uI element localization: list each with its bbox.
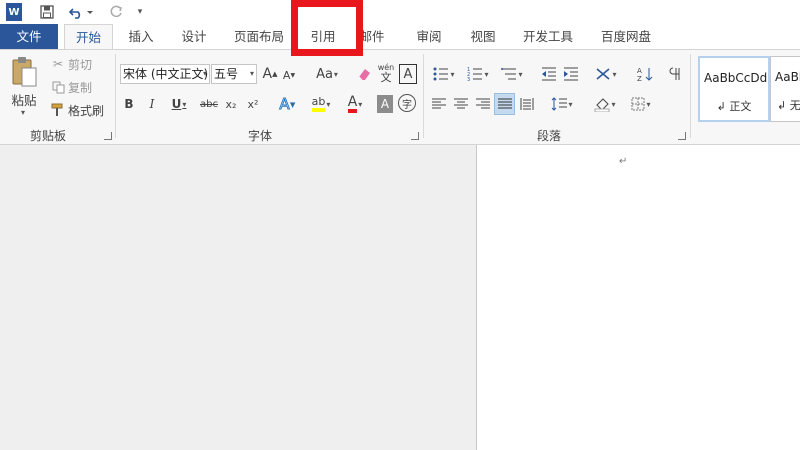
clipboard-dialog-launcher[interactable] [104, 132, 112, 140]
tab-file[interactable]: 文件 [0, 24, 58, 49]
svg-text:A: A [637, 67, 642, 75]
asian-layout-icon[interactable] [592, 64, 620, 84]
paragraph-group-label: 段落 [537, 129, 562, 143]
svg-text:3: 3 [467, 77, 470, 81]
ribbon-home: 粘贴 ▾ ✂ 剪切 复制 格式刷 剪贴板 宋体 (中文正文) ▾ 五号 ▾ A ▲ A… [0, 49, 800, 145]
font-size-dropdown-icon[interactable]: ▾ [250, 65, 254, 83]
show-hide-marks-icon[interactable] [668, 64, 682, 84]
group-separator [690, 54, 691, 138]
copy-icon[interactable] [50, 79, 66, 95]
copy-label[interactable]: 复制 [68, 79, 92, 95]
highlight-color-icon[interactable]: ab [306, 94, 336, 114]
font-color-glyph: A [347, 95, 358, 113]
line-spacing-icon[interactable] [548, 94, 576, 114]
redo-icon[interactable] [106, 3, 126, 21]
text-effects-glyph: A [279, 95, 290, 114]
paste-icon[interactable] [8, 56, 40, 88]
undo-icon[interactable] [66, 3, 96, 21]
style-no-spacing[interactable]: AaBl ↲ 无 [770, 56, 800, 122]
shrink-font-glyph: A [282, 68, 291, 82]
style-normal-preview: AaBbCcDd [704, 71, 768, 85]
paragraph-mark: ↵ [619, 156, 628, 167]
justify-icon[interactable] [494, 93, 515, 115]
increase-indent-icon[interactable] [562, 64, 580, 84]
character-shading-icon[interactable]: A [377, 95, 393, 113]
customize-qat-icon[interactable]: ▾ [134, 3, 146, 21]
cut-label[interactable]: 剪切 [68, 56, 92, 72]
text-effects-icon[interactable]: A [274, 94, 300, 114]
subscript-icon[interactable]: x₂ [222, 94, 240, 114]
bold-icon[interactable]: B [121, 94, 137, 114]
tab-home[interactable]: 开始 [64, 24, 113, 49]
tab-references[interactable]: 引用 [300, 24, 346, 49]
decrease-indent-icon[interactable] [540, 64, 558, 84]
save-icon[interactable] [38, 3, 56, 21]
tab-developer[interactable]: 开发工具 [512, 24, 584, 49]
grow-font-icon[interactable]: A ▲ [262, 64, 278, 84]
tab-design[interactable]: 设计 [170, 24, 218, 49]
tab-page-layout[interactable]: 页面布局 [228, 24, 290, 49]
enclose-characters-icon[interactable]: 字 [398, 94, 416, 112]
character-border-icon[interactable]: A [399, 64, 417, 84]
font-group-label: 字体 [248, 129, 273, 143]
font-size-value: 五号 [214, 67, 239, 81]
paste-dropdown-icon[interactable]: ▾ [18, 107, 28, 117]
font-name-dropdown-icon[interactable]: ▾ [203, 65, 207, 83]
underline-icon[interactable]: U [166, 94, 192, 114]
align-right-icon[interactable] [474, 94, 492, 114]
align-left-icon[interactable] [430, 94, 448, 114]
font-name-combo[interactable]: 宋体 (中文正文) ▾ [120, 64, 210, 84]
phonetic-guide-icon[interactable]: wén 文 [376, 60, 396, 86]
paragraph-shading-icon[interactable] [590, 94, 620, 114]
style-normal[interactable]: AaBbCcDd ↲ 正文 [698, 56, 770, 122]
style-no-spacing-name: ↲ 无 [777, 99, 800, 112]
tab-baidu-netdisk[interactable]: 百度网盘 [590, 24, 662, 49]
style-normal-name: ↲ 正文 [716, 100, 752, 113]
cut-icon[interactable]: ✂ [50, 56, 66, 72]
font-size-combo[interactable]: 五号 ▾ [211, 64, 257, 84]
paste-button-label[interactable]: 粘贴 [6, 90, 42, 108]
format-painter-icon[interactable] [50, 102, 66, 118]
tab-mailings[interactable]: 邮件 [350, 24, 394, 49]
quick-access-toolbar: W ▾ [0, 0, 800, 24]
paragraph-dialog-launcher[interactable] [678, 132, 686, 140]
svg-text:Z: Z [637, 75, 642, 82]
document-page[interactable] [476, 145, 800, 450]
word-app-icon[interactable]: W [6, 3, 22, 21]
sort-icon[interactable]: AZ [636, 64, 654, 84]
change-case-glyph: Aa [316, 66, 333, 82]
style-no-spacing-preview: AaBl [775, 70, 800, 84]
tab-view[interactable]: 视图 [460, 24, 506, 49]
italic-icon[interactable]: I [144, 94, 160, 114]
font-name-value: 宋体 (中文正文) [123, 67, 209, 81]
clear-formatting-icon[interactable] [355, 64, 373, 84]
borders-icon[interactable] [626, 94, 656, 114]
bullets-icon[interactable] [430, 64, 458, 84]
clipboard-group-label: 剪贴板 [30, 129, 67, 143]
underline-glyph: U [171, 97, 182, 111]
distributed-icon[interactable] [518, 94, 536, 114]
tab-review[interactable]: 审阅 [405, 24, 453, 49]
numbering-icon[interactable]: 123 [464, 64, 492, 84]
shrink-font-icon[interactable]: A ▼ [282, 66, 296, 84]
highlight-glyph: ab [311, 96, 326, 112]
font-color-icon[interactable]: A [340, 94, 370, 114]
superscript-icon[interactable]: x² [244, 94, 262, 114]
phonetic-guide-bottom: 文 [380, 71, 392, 84]
format-painter-label[interactable]: 格式刷 [68, 102, 104, 118]
grow-font-glyph: A [262, 66, 273, 82]
group-separator [423, 54, 424, 138]
font-dialog-launcher[interactable] [411, 132, 419, 140]
multilevel-list-icon[interactable] [498, 64, 526, 84]
tab-insert[interactable]: 插入 [118, 24, 164, 49]
change-case-icon[interactable]: Aa [313, 64, 341, 84]
align-center-icon[interactable] [452, 94, 470, 114]
group-separator [115, 54, 116, 138]
ribbon-tabs: 文件 开始 插入 设计 页面布局 引用 邮件 审阅 视图 开发工具 百度网盘 [0, 24, 800, 49]
strikethrough-icon[interactable]: abc [198, 94, 220, 114]
